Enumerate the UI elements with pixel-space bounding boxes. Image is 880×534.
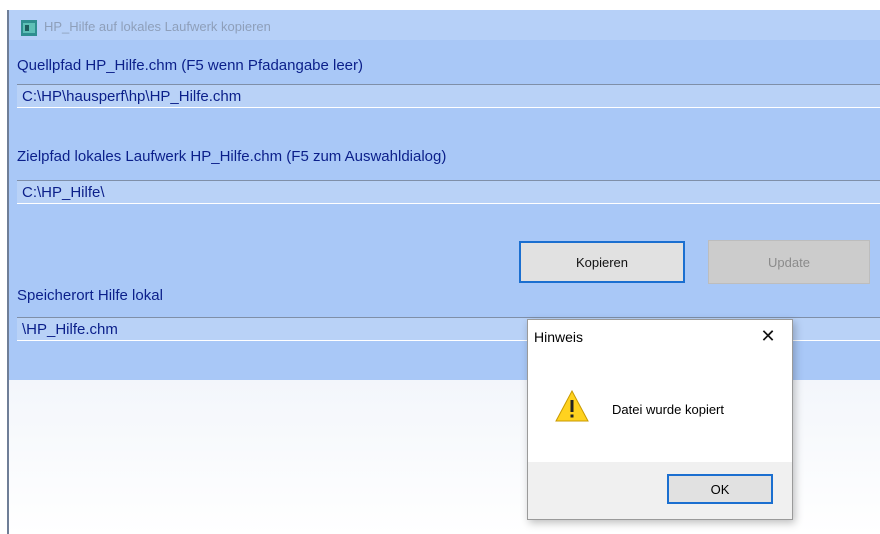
message-dialog: Hinweis ✕ Datei wurde kopiert OK: [527, 319, 793, 520]
app-icon: [21, 20, 37, 36]
target-path-field[interactable]: C:\HP_Hilfe\: [17, 180, 880, 204]
target-path-label: Zielpfad lokales Laufwerk HP_Hilfe.chm (…: [17, 148, 447, 165]
title-bar: HP_Hilfe auf lokales Laufwerk kopieren: [9, 10, 880, 40]
source-path-label: Quellpfad HP_Hilfe.chm (F5 wenn Pfadanga…: [17, 57, 364, 74]
ok-button[interactable]: OK: [667, 474, 773, 504]
dialog-message: Datei wurde kopiert: [612, 402, 724, 417]
warning-icon: [555, 390, 589, 422]
target-path-value: C:\HP_Hilfe\: [22, 184, 105, 201]
local-location-value: \HP_Hilfe.chm: [22, 321, 118, 338]
update-button[interactable]: Update: [708, 240, 870, 284]
close-icon[interactable]: ✕: [758, 326, 778, 346]
source-path-value: C:\HP\hausperf\hp\HP_Hilfe.chm: [22, 88, 242, 105]
local-location-label: Speicherort Hilfe lokal: [17, 287, 163, 304]
source-path-field[interactable]: C:\HP\hausperf\hp\HP_Hilfe.chm: [17, 84, 880, 108]
window-title: HP_Hilfe auf lokales Laufwerk kopieren: [44, 19, 271, 34]
kopieren-button[interactable]: Kopieren: [519, 241, 685, 283]
dialog-title: Hinweis: [534, 329, 584, 345]
